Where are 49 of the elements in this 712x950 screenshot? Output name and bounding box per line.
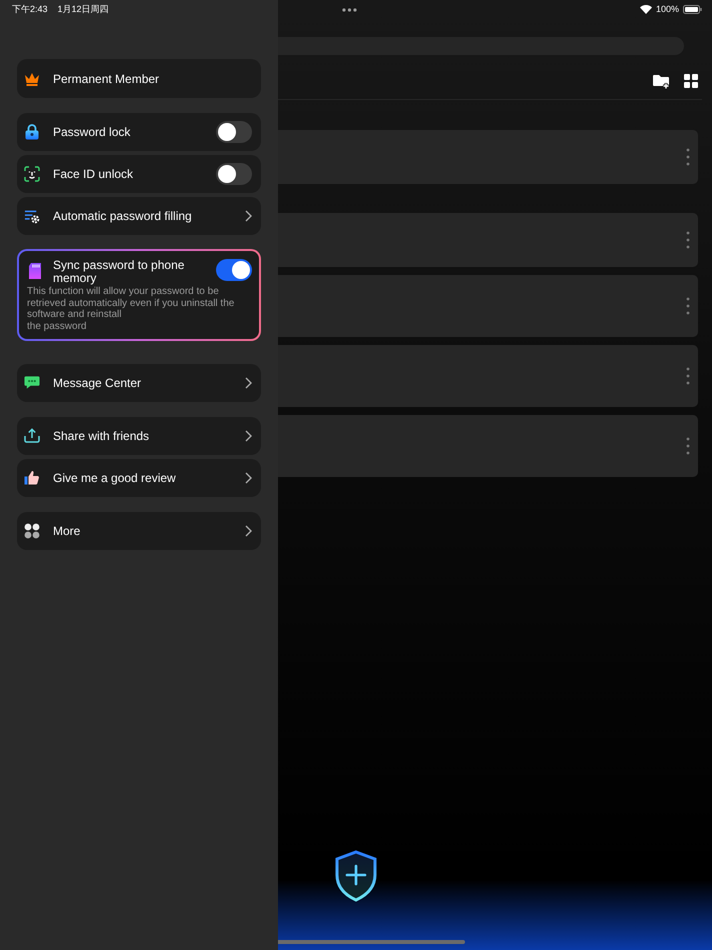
- toggle-switch[interactable]: [216, 121, 252, 143]
- toggle-switch[interactable]: [216, 259, 252, 281]
- chevron-icon: [245, 376, 252, 389]
- share-icon: [24, 428, 40, 444]
- chevron-icon: [245, 430, 252, 442]
- chevron-icon: [245, 210, 252, 222]
- toggle-switch[interactable]: [216, 163, 252, 185]
- chat-icon: [24, 375, 40, 390]
- clock-time: 下午2:43: [12, 2, 48, 16]
- wifi-icon: [640, 4, 652, 14]
- description-text: This function will allow your password to be retrieved automatically even if you uninstall the software and reinstall the password: [27, 286, 236, 333]
- date-text: 1月12日周四: [58, 2, 109, 16]
- menu-item[interactable]: Password lock: [17, 113, 261, 151]
- chevron-icon: [245, 524, 252, 537]
- face-scan-icon: [24, 166, 40, 182]
- chevron-icon: [245, 472, 252, 484]
- more-options-icon[interactable]: [686, 437, 690, 455]
- more-options-icon[interactable]: [686, 297, 690, 315]
- more-options-icon[interactable]: [686, 148, 690, 166]
- menu-item[interactable]: Share with friends: [17, 416, 261, 455]
- thumbs-up-icon: [24, 470, 40, 486]
- add-shield-icon[interactable]: [334, 850, 378, 902]
- lock-icon: [25, 124, 39, 140]
- menu-label: Face ID unlock: [53, 167, 134, 181]
- menu-label: Automatic password filling: [53, 209, 193, 223]
- menu-label: More: [53, 524, 82, 538]
- menu-item[interactable]: Give me a good review: [17, 458, 261, 497]
- menu-label: Message Center: [53, 376, 142, 390]
- menu-item[interactable]: Permanent Member: [17, 59, 261, 98]
- more-options-icon[interactable]: [686, 231, 690, 249]
- menu-label: Give me a good review: [53, 470, 177, 485]
- menu-label: Share with friends: [53, 428, 150, 443]
- more-dots-icon[interactable]: [342, 8, 357, 12]
- grid-view-icon[interactable]: [684, 74, 698, 88]
- menu-item[interactable]: Automatic password filling: [17, 197, 261, 235]
- settings-icon: [24, 208, 40, 224]
- four-dots-icon: [24, 522, 40, 539]
- menu-item[interactable]: Message Center: [17, 364, 261, 402]
- more-options-icon[interactable]: [686, 367, 690, 385]
- battery-icon: [683, 4, 702, 14]
- menu-item[interactable]: Face ID unlock: [17, 155, 261, 193]
- crown-icon: [24, 72, 40, 86]
- menu-label: Permanent Member: [53, 72, 160, 86]
- menu-label: Password lock: [53, 125, 132, 139]
- menu-item[interactable]: More: [17, 512, 261, 550]
- menu-label: Sync password to phone memory: [53, 259, 186, 285]
- memory-card-icon: [28, 263, 42, 279]
- battery-percent: 100%: [656, 4, 679, 14]
- add-folder-icon[interactable]: [653, 74, 670, 89]
